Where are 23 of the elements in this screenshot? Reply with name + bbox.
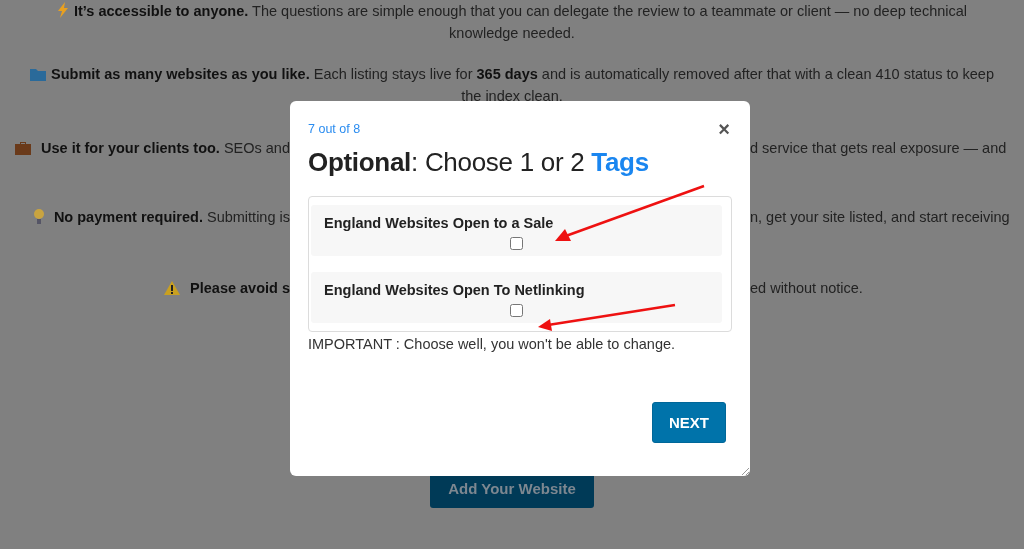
option-label: England Websites Open to a Sale [324, 215, 555, 231]
lightning-icon [56, 2, 69, 18]
lightbulb-icon [33, 209, 44, 225]
next-button[interactable]: NEXT [652, 402, 726, 443]
option-checkbox[interactable] [510, 304, 523, 317]
resize-grip-icon [741, 467, 749, 475]
paragraph-start: Please avoid s [190, 279, 290, 298]
briefcase-icon [15, 141, 31, 155]
option-checkbox[interactable] [510, 237, 523, 250]
close-button[interactable]: × [716, 121, 732, 137]
warning-note: IMPORTANT : Choose well, you won't be able to change. [308, 336, 677, 352]
paragraph-end: d service that gets real exposure — and [750, 140, 1007, 156]
modal-title: Optional: Choose 1 or 2 Tags [308, 147, 650, 178]
option-label: England Websites Open To Netlinking [324, 282, 586, 298]
paragraph: Submit as many websites as you like. Each listing stays live for 365 days and is automatically removed after that with a clean 410 status to keep the index clean. [0, 63, 1024, 107]
step-counter: 7 out of 8 [308, 122, 361, 136]
paragraph-end: ed without notice. [750, 280, 863, 296]
warning-icon [164, 281, 181, 295]
paragraph-start: No payment required. Submitting is [53, 208, 290, 227]
paragraph: It’s accessible to anyone. The questions are simple enough that you can delegate the review to a teammate or client — no deep technical knowledge needed. [0, 0, 1024, 44]
paragraph-start: Use it for your clients too. SEOs and [41, 139, 290, 158]
paragraph-end: n, get your site listed, and start receiving [750, 209, 1010, 225]
folder-icon [30, 68, 46, 81]
